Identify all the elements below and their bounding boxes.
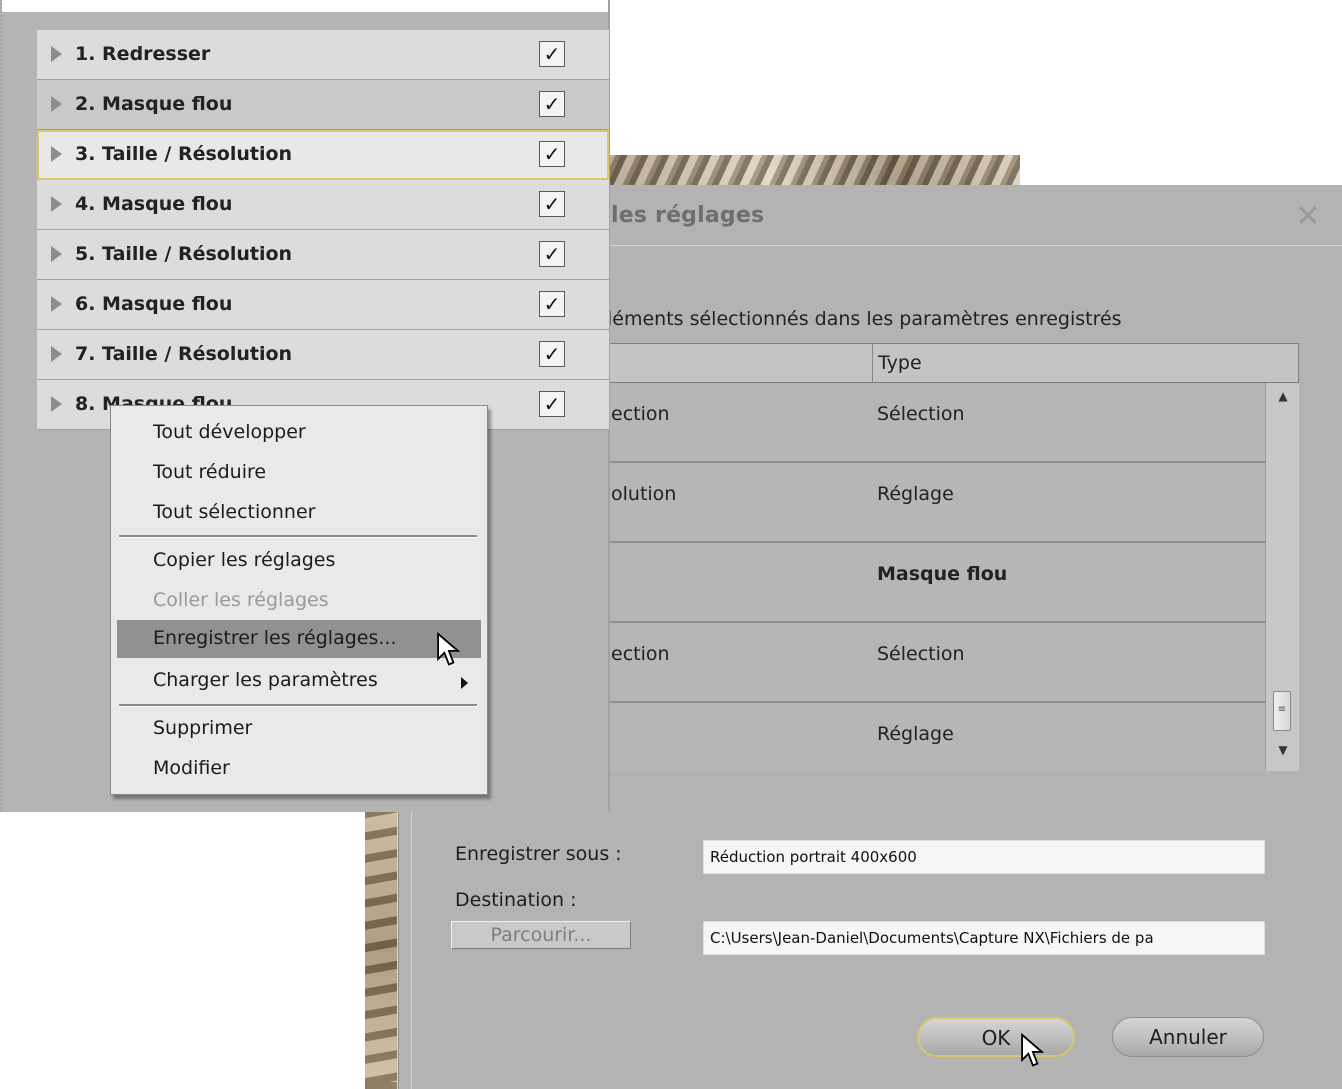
menu-item-select-all[interactable]: Tout sélectionner <box>111 494 487 532</box>
step-checkbox[interactable]: ✓ <box>539 91 565 117</box>
save-as-label: Enregistrer sous : <box>455 843 622 865</box>
menu-item-copy-settings[interactable]: Copier les réglages <box>111 542 487 580</box>
table-row[interactable]: ection Sélection <box>609 623 1265 703</box>
scroll-down-arrow-icon[interactable]: ▼ <box>1266 743 1300 757</box>
menu-item-modify[interactable]: Modifier <box>111 750 487 788</box>
cancel-button[interactable]: Annuler <box>1112 1017 1264 1057</box>
menu-item-expand-all[interactable]: Tout développer <box>111 414 487 452</box>
step-label: 1. Redresser <box>75 43 211 65</box>
scroll-thumb[interactable]: ≡ <box>1273 691 1291 731</box>
row-type: Sélection <box>877 403 965 425</box>
step-checkbox[interactable]: ✓ <box>539 341 565 367</box>
row-name: ection <box>611 403 670 425</box>
expand-triangle-icon[interactable] <box>51 196 62 212</box>
expand-triangle-icon[interactable] <box>51 146 62 162</box>
step-checkbox[interactable]: ✓ <box>539 41 565 67</box>
step-label: 4. Masque flou <box>75 193 233 215</box>
menu-item-save-settings[interactable]: Enregistrer les réglages... <box>117 620 481 658</box>
step-item[interactable]: 6. Masque flou ✓ <box>37 280 609 330</box>
mouse-pointer-icon <box>437 632 461 666</box>
step-checkbox[interactable]: ✓ <box>539 241 565 267</box>
row-type: Masque flou <box>877 563 1008 585</box>
step-item[interactable]: 7. Taille / Résolution ✓ <box>37 330 609 380</box>
menu-separator <box>119 704 477 707</box>
dialog-title: les réglages <box>611 203 765 228</box>
table-header: Type <box>609 343 1299 383</box>
menu-item-label: Copier les réglages <box>153 549 336 571</box>
ok-button[interactable]: OK <box>917 1017 1075 1057</box>
table-row[interactable]: olution Réglage <box>609 463 1265 543</box>
submenu-arrow-icon <box>461 677 468 689</box>
menu-item-label: Charger les paramètres <box>153 669 378 691</box>
close-icon[interactable]: ✕ <box>1292 201 1324 233</box>
menu-item-label: Tout sélectionner <box>153 501 316 523</box>
step-item[interactable]: 1. Redresser ✓ <box>37 30 609 80</box>
menu-item-delete[interactable]: Supprimer <box>111 710 487 748</box>
expand-triangle-icon[interactable] <box>51 296 62 312</box>
row-type: Sélection <box>877 643 965 665</box>
browse-button[interactable]: Parcourir... <box>451 921 631 949</box>
table-scrollbar[interactable]: ▲ ≡ ▼ <box>1265 383 1299 771</box>
menu-item-load-parameters[interactable]: Charger les paramètres <box>111 662 487 700</box>
menu-item-label: Tout réduire <box>153 461 267 483</box>
row-name: ection <box>611 643 670 665</box>
step-label: 5. Taille / Résolution <box>75 243 293 265</box>
row-type: Réglage <box>877 483 954 505</box>
expand-triangle-icon[interactable] <box>51 246 62 262</box>
settings-table: ection Sélection olution Réglage Masque … <box>609 383 1265 771</box>
table-row[interactable]: Réglage <box>609 703 1265 771</box>
destination-label: Destination : <box>455 889 577 911</box>
step-label: 2. Masque flou <box>75 93 233 115</box>
row-type: Réglage <box>877 723 954 745</box>
panel-top-gap <box>2 0 608 12</box>
expand-triangle-icon[interactable] <box>51 46 62 62</box>
table-row-selected[interactable]: Masque flou <box>609 543 1265 623</box>
row-name: olution <box>611 483 677 505</box>
menu-item-label: Modifier <box>153 757 230 779</box>
step-checkbox[interactable]: ✓ <box>539 191 565 217</box>
expand-triangle-icon[interactable] <box>51 346 62 362</box>
context-menu: Tout développer Tout réduire Tout sélect… <box>110 405 488 795</box>
menu-item-label: Supprimer <box>153 717 253 739</box>
step-label: 7. Taille / Résolution <box>75 343 293 365</box>
expand-triangle-icon[interactable] <box>51 396 62 412</box>
step-checkbox[interactable]: ✓ <box>539 141 565 167</box>
step-item[interactable]: 5. Taille / Résolution ✓ <box>37 230 609 280</box>
column-header-type[interactable]: Type <box>878 352 922 374</box>
menu-item-paste-settings: Coller les réglages <box>111 582 487 620</box>
menu-separator <box>119 535 477 538</box>
step-label: 3. Taille / Résolution <box>75 143 293 165</box>
edit-steps-panel: 1. Redresser ✓ 2. Masque flou ✓ 3. Taill… <box>0 0 610 812</box>
menu-item-label: Enregistrer les réglages... <box>153 627 397 649</box>
menu-item-label: Tout développer <box>153 421 306 443</box>
step-item[interactable]: 2. Masque flou ✓ <box>37 80 609 130</box>
destination-input[interactable]: C:\Users\Jean-Daniel\Documents\Capture N… <box>703 921 1265 955</box>
scroll-up-arrow-icon[interactable]: ▲ <box>1266 389 1300 403</box>
table-row[interactable]: ection Sélection <box>609 383 1265 463</box>
step-item-focused[interactable]: 3. Taille / Résolution ✓ <box>37 130 609 180</box>
menu-item-collapse-all[interactable]: Tout réduire <box>111 454 487 492</box>
column-divider[interactable] <box>872 344 873 382</box>
edit-steps-list: 1. Redresser ✓ 2. Masque flou ✓ 3. Taill… <box>37 30 609 430</box>
menu-item-label: Coller les réglages <box>153 589 329 611</box>
step-checkbox[interactable]: ✓ <box>539 291 565 317</box>
expand-triangle-icon[interactable] <box>51 96 62 112</box>
step-checkbox[interactable]: ✓ <box>539 391 565 417</box>
step-label: 6. Masque flou <box>75 293 233 315</box>
step-item[interactable]: 4. Masque flou ✓ <box>37 180 609 230</box>
save-as-input[interactable]: Réduction portrait 400x600 <box>703 840 1265 874</box>
dialog-instruction: léments sélectionnés dans les paramètres… <box>607 308 1122 330</box>
mouse-pointer-icon <box>1021 1033 1045 1067</box>
